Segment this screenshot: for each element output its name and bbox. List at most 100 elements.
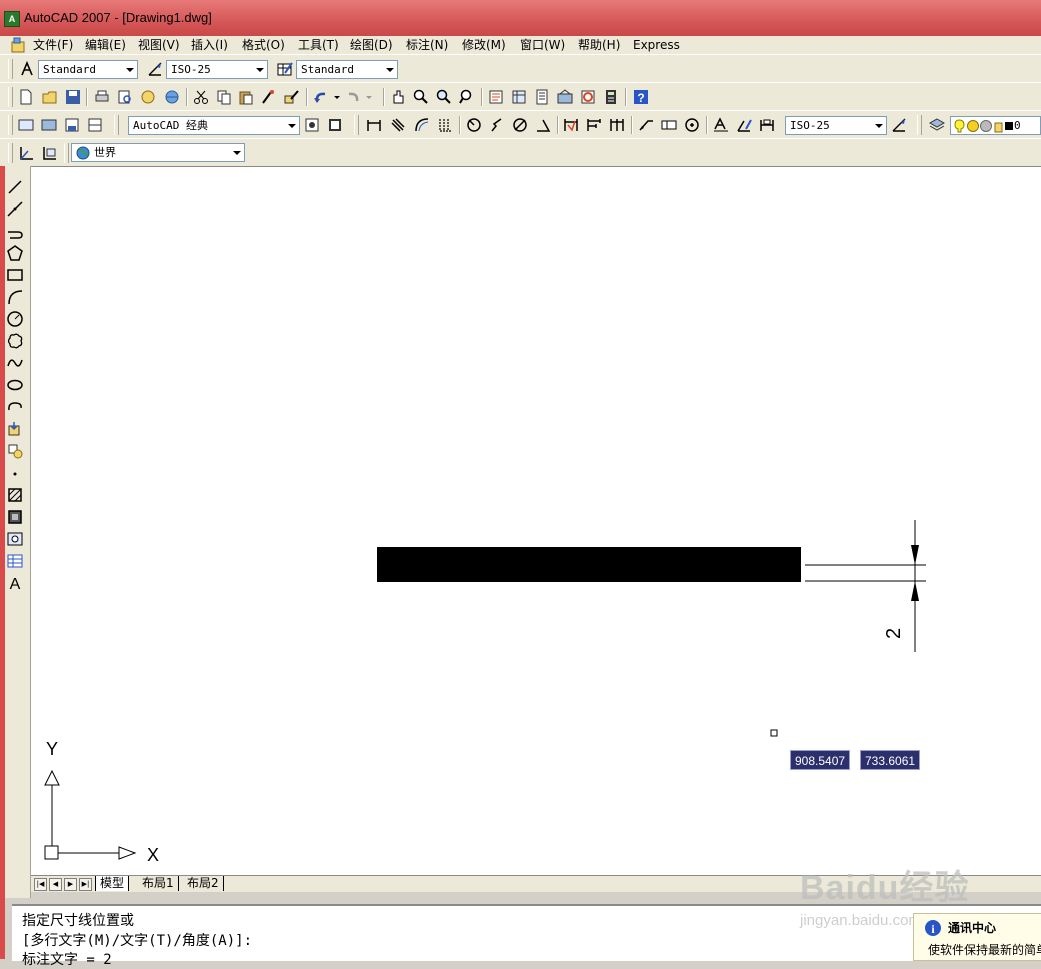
menu-window[interactable]: 窗口(W): [520, 37, 565, 53]
text-style-icon[interactable]: [19, 61, 35, 77]
redo-icon[interactable]: [345, 89, 361, 105]
match-properties-icon[interactable]: [260, 89, 276, 105]
aligned-dimension-icon[interactable]: [390, 117, 406, 133]
toolbar-grip[interactable]: [8, 115, 13, 135]
toolbar-grip[interactable]: [8, 59, 13, 79]
toolbar-grip[interactable]: [8, 143, 13, 163]
region-icon[interactable]: [6, 530, 24, 548]
radius-dimension-icon[interactable]: [466, 117, 482, 133]
quick-dimension-icon[interactable]: [563, 117, 579, 133]
insert-block-icon[interactable]: [6, 420, 24, 438]
arc-icon[interactable]: [6, 288, 24, 306]
ucs-select[interactable]: 世界: [71, 143, 245, 162]
cut-icon[interactable]: [193, 89, 209, 105]
text-style-select[interactable]: Standard: [38, 60, 138, 79]
first-tab-icon[interactable]: |◀: [34, 878, 47, 891]
gradient-icon[interactable]: [6, 508, 24, 526]
pan-icon[interactable]: [390, 89, 406, 105]
diameter-dimension-icon[interactable]: [512, 117, 528, 133]
toolbar-grip[interactable]: [64, 143, 69, 163]
dimension-style-manager-icon[interactable]: [891, 117, 907, 133]
zoom-realtime-icon[interactable]: [413, 89, 429, 105]
baseline-dimension-icon[interactable]: [586, 117, 602, 133]
construction-line-icon[interactable]: [6, 200, 24, 218]
quick-leader-icon[interactable]: [638, 117, 654, 133]
paste-icon[interactable]: [238, 89, 254, 105]
zoom-previous-icon[interactable]: [459, 89, 475, 105]
workspace-layout-icon[interactable]: [87, 117, 103, 133]
dimension-style-icon[interactable]: [147, 61, 163, 77]
multiline-text-icon[interactable]: A: [6, 574, 24, 592]
workspace-select[interactable]: AutoCAD 经典: [128, 116, 300, 135]
layer-select[interactable]: 0: [950, 116, 1041, 135]
next-tab-icon[interactable]: ▶: [64, 878, 77, 891]
calculator-icon[interactable]: [603, 89, 619, 105]
ucs-named-icon[interactable]: [41, 145, 57, 161]
continue-dimension-icon[interactable]: [609, 117, 625, 133]
print-preview-icon[interactable]: [117, 89, 133, 105]
toolbar-grip[interactable]: [8, 87, 13, 107]
workspace-manager-icon[interactable]: [304, 117, 320, 133]
hatch-icon[interactable]: [6, 486, 24, 504]
dimension-text-edit-icon[interactable]: [736, 117, 752, 133]
menu-modify[interactable]: 修改(M): [462, 37, 506, 53]
save-icon[interactable]: [65, 89, 81, 105]
dimension-style-select-2[interactable]: ISO-25: [785, 116, 887, 135]
table-icon[interactable]: [6, 552, 24, 570]
undo-icon[interactable]: [313, 89, 329, 105]
dimension-update-icon[interactable]: [759, 117, 775, 133]
communication-center-balloon[interactable]: i 通讯中心 使软件保持最新的简单: [913, 913, 1041, 961]
last-tab-icon[interactable]: ▶|: [79, 878, 92, 891]
tab-layout2[interactable]: 布局2: [183, 876, 224, 891]
ellipse-arc-icon[interactable]: [6, 398, 24, 416]
menu-file[interactable]: 文件(F): [33, 37, 73, 53]
toolbar-grip[interactable]: [114, 115, 119, 135]
point-icon[interactable]: [6, 464, 24, 482]
publish-icon[interactable]: [140, 89, 156, 105]
redo-dropdown-icon[interactable]: [364, 89, 374, 105]
workspaces-icon[interactable]: [18, 117, 34, 133]
toolbar-grip[interactable]: [917, 115, 922, 135]
workspace-settings-icon[interactable]: [41, 117, 57, 133]
menu-tools[interactable]: 工具(T): [298, 37, 339, 53]
rectangle-icon[interactable]: [6, 266, 24, 284]
revision-cloud-icon[interactable]: [6, 332, 24, 350]
ordinate-dimension-icon[interactable]: [437, 117, 453, 133]
dimension-edit-icon[interactable]: [713, 117, 729, 133]
polyline-icon[interactable]: [6, 222, 24, 240]
tab-layout1[interactable]: 布局1: [138, 876, 179, 891]
previous-tab-icon[interactable]: ◀: [49, 878, 62, 891]
dynamic-input-x[interactable]: 908.5407: [790, 750, 851, 770]
menu-insert[interactable]: 插入(I): [191, 37, 228, 53]
tolerance-icon[interactable]: [661, 117, 677, 133]
help-icon[interactable]: ?: [633, 89, 649, 105]
jogged-dimension-icon[interactable]: [489, 117, 505, 133]
document-icon[interactable]: [10, 37, 26, 53]
menu-view[interactable]: 视图(V): [138, 37, 180, 53]
design-center-icon[interactable]: [511, 89, 527, 105]
dimension-style-select[interactable]: ISO-25: [166, 60, 268, 79]
undo-dropdown-icon[interactable]: [332, 89, 342, 105]
linear-dimension-icon[interactable]: [366, 117, 382, 133]
ellipse-icon[interactable]: [6, 376, 24, 394]
workspace-toolbar-icon[interactable]: [327, 117, 343, 133]
copy-icon[interactable]: [216, 89, 232, 105]
filled-rectangle[interactable]: [377, 547, 801, 582]
menu-draw[interactable]: 绘图(D): [350, 37, 393, 53]
autocad-app-icon[interactable]: A: [4, 11, 20, 27]
arc-length-icon[interactable]: [414, 117, 430, 133]
toolbar-grip[interactable]: [354, 115, 359, 135]
polygon-icon[interactable]: [6, 244, 24, 262]
print-icon[interactable]: [94, 89, 110, 105]
ucs-icon[interactable]: [18, 145, 34, 161]
menu-dimension[interactable]: 标注(N): [406, 37, 448, 53]
open-file-icon[interactable]: [42, 89, 58, 105]
menu-format[interactable]: 格式(O): [242, 37, 285, 53]
spline-icon[interactable]: [6, 354, 24, 372]
table-style-select[interactable]: Standard: [296, 60, 398, 79]
properties-icon[interactable]: [488, 89, 504, 105]
menu-help[interactable]: 帮助(H): [578, 37, 620, 53]
tool-palettes-icon[interactable]: [534, 89, 550, 105]
circle-icon[interactable]: [6, 310, 24, 328]
dynamic-input-y[interactable]: 733.6061: [860, 750, 921, 770]
